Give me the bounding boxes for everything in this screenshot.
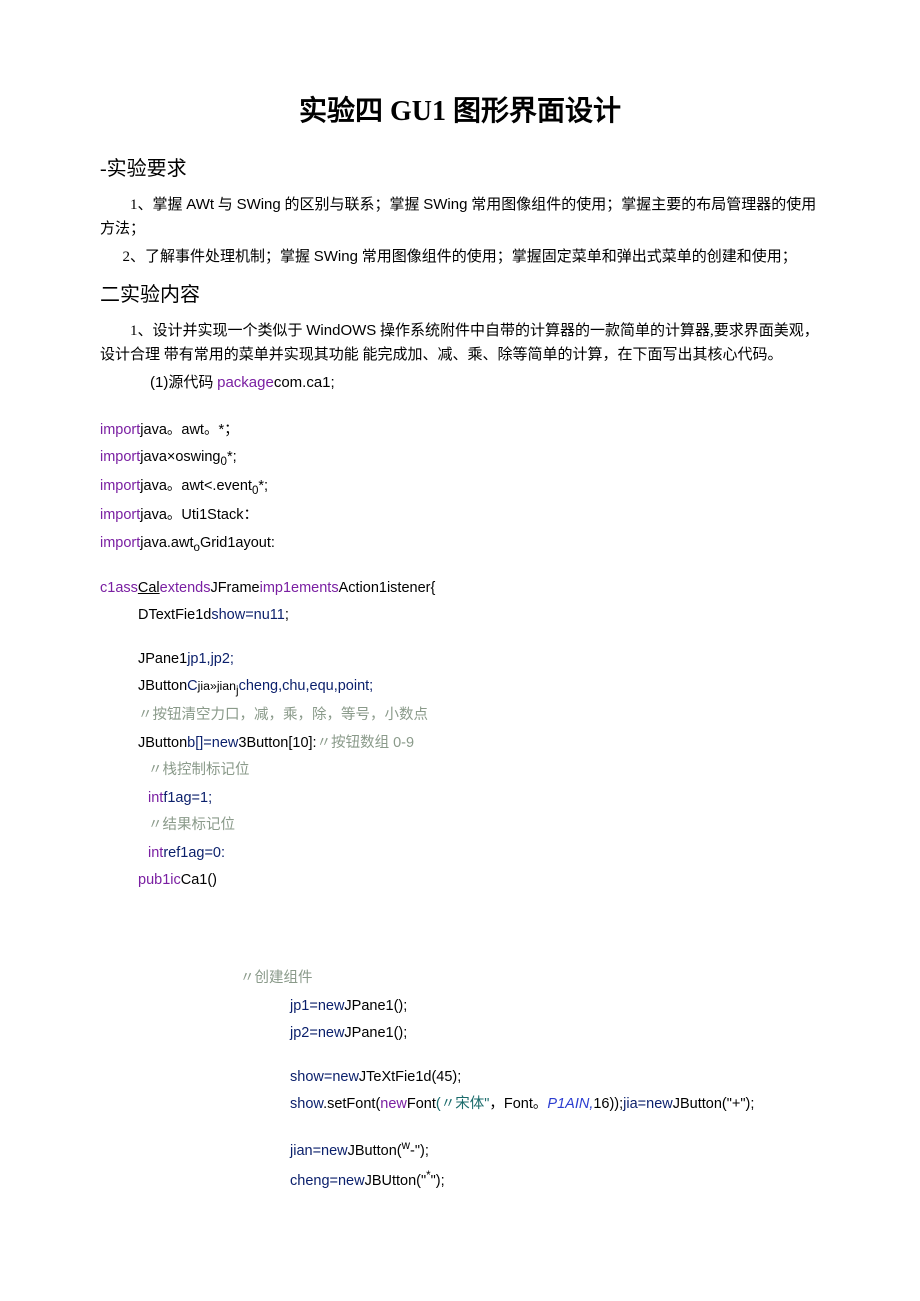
t: com.ca1; bbox=[274, 374, 335, 391]
code-line: importjava。Uti1Stack： bbox=[100, 502, 820, 530]
t: 2、了解事件处理机制；掌握 bbox=[123, 249, 314, 265]
title-pre: 实验四 bbox=[299, 96, 390, 127]
code-line: intf1ag=1; bbox=[148, 785, 820, 813]
t: SWing bbox=[237, 196, 281, 213]
code-line: importjava。awt<.event0*; bbox=[100, 473, 820, 502]
code-block: importjava。awt。*； importjava×oswing0*; i… bbox=[100, 405, 820, 1196]
code-comment: 〃创建组件 bbox=[240, 965, 820, 993]
code-comment: 〃结果标记位 bbox=[148, 812, 820, 840]
code-line: jp1=newJPane1(); bbox=[290, 993, 820, 1021]
t: 1、设计并实现一个类似于 bbox=[130, 323, 306, 339]
t: (1) bbox=[150, 374, 168, 391]
code-line: DTextFie1dshow=nu11; bbox=[138, 602, 820, 630]
content-para-2: (1)源代码 packagecom.ca1; bbox=[150, 371, 820, 395]
t: WindOWS bbox=[306, 322, 376, 339]
t: 源代码 bbox=[168, 375, 217, 391]
title-post: 图形界面设计 bbox=[446, 96, 621, 127]
code-line: pub1icCa1() bbox=[138, 867, 820, 895]
code-line: intref1ag=0: bbox=[148, 840, 820, 868]
code-line: JButtonCjia»jianjcheng,chu,equ,point; bbox=[138, 673, 820, 702]
code-comment: 〃按钮清空力口，减，乘，除，等号，小数点 bbox=[138, 702, 820, 730]
code-line: jp2=newJPane1(); bbox=[290, 1020, 820, 1048]
code-comment: 〃栈控制标记位 bbox=[148, 757, 820, 785]
code-line: c1assCalextendsJFrameimp1ementsAction1is… bbox=[100, 575, 820, 603]
code-line: cheng=newJBUtton("*"); bbox=[290, 1165, 820, 1195]
code-line: show=newJTeXtFie1d(45); bbox=[290, 1064, 820, 1092]
t: AWt bbox=[186, 196, 214, 213]
page-title: 实验四 GU1 图形界面设计 bbox=[100, 90, 820, 135]
t: SWing bbox=[423, 196, 467, 213]
section-heading-1: -实验要求 bbox=[100, 153, 820, 185]
t: 常用图像组件的使用；掌握固定菜单和弹出式菜单的创建和使用； bbox=[358, 249, 797, 265]
t: SWing bbox=[314, 248, 358, 265]
section-heading-2: 二实验内容 bbox=[100, 279, 820, 311]
code-line: JPane1jp1,jp2; bbox=[138, 646, 820, 674]
content-para-1: 1、设计并实现一个类似于 WindOWS 操作系统附件中自带的计算器的一款简单的… bbox=[100, 319, 820, 367]
code-line: jian=newJButton(w-"); bbox=[290, 1135, 820, 1165]
code-line: importjava。awt。*； bbox=[100, 417, 820, 445]
t: 1、掌握 bbox=[130, 197, 186, 213]
t: package bbox=[217, 374, 274, 391]
code-line: JButtonb[]=new3Button[10]:〃按钮数组 0-9 bbox=[138, 730, 820, 758]
code-line: show.setFont(newFont(〃宋体"，Font。P1AIN,16)… bbox=[290, 1091, 820, 1119]
title-roman: GU1 bbox=[390, 96, 446, 127]
req-para-2: 2、了解事件处理机制；掌握 SWing 常用图像组件的使用；掌握固定菜单和弹出式… bbox=[100, 245, 820, 269]
code-line: importjava.awtoGrid1ayout: bbox=[100, 530, 820, 559]
code-line: importjava×oswing0*; bbox=[100, 444, 820, 473]
req-para-1: 1、掌握 AWt 与 SWing 的区别与联系；掌握 SWing 常用图像组件的… bbox=[100, 193, 820, 241]
t: 的区别与联系；掌握 bbox=[281, 197, 424, 213]
t: 与 bbox=[214, 197, 237, 213]
